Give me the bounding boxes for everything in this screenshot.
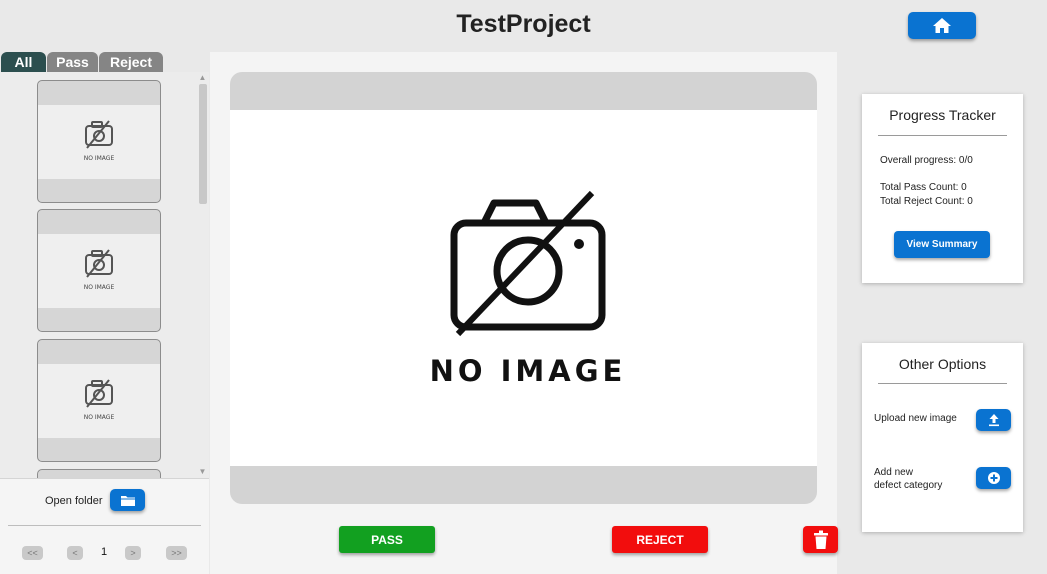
open-folder-label: Open folder (45, 495, 103, 507)
no-image-icon: NO IMAGE (84, 379, 115, 421)
other-options-card: Other Options Upload new image Add new d… (862, 343, 1023, 532)
thumbnail-list[interactable]: NO IMAGE NO IMAGE NO IMAGE ▲ ▼ (0, 72, 209, 478)
upload-image-label: Upload new image (874, 413, 957, 424)
folder-panel: Open folder << < 1 > >> (0, 478, 209, 574)
progress-tracker-card: Progress Tracker Overall progress: 0/0 T… (862, 94, 1023, 283)
total-reject-count: Total Reject Count: 0 (880, 196, 973, 207)
thumbnail-scrollbar[interactable]: ▲ ▼ (196, 72, 209, 478)
delete-button[interactable] (803, 526, 838, 553)
add-category-line2: defect category (874, 480, 943, 491)
tab-pass[interactable]: Pass (47, 52, 98, 72)
divider (8, 525, 201, 526)
thumbnail-item[interactable] (37, 469, 161, 478)
thumbnail-item[interactable]: NO IMAGE (37, 80, 161, 203)
thumbnail-placeholder-text: NO IMAGE (84, 155, 115, 162)
add-category-line1: Add new (874, 467, 913, 478)
thumbnail-placeholder-text: NO IMAGE (84, 414, 115, 421)
divider (878, 135, 1007, 136)
tab-all[interactable]: All (1, 52, 46, 72)
thumbnail-image: NO IMAGE (38, 364, 160, 438)
current-page: 1 (100, 546, 108, 558)
last-page-button[interactable]: >> (166, 546, 187, 560)
scroll-down-icon[interactable]: ▼ (196, 467, 209, 477)
view-summary-button[interactable]: View Summary (894, 231, 990, 258)
upload-icon (988, 414, 999, 427)
no-image-icon: NO IMAGE (84, 249, 115, 291)
image-viewer: NO IMAGE (230, 72, 817, 504)
prev-page-button[interactable]: < (67, 546, 83, 560)
other-options-title: Other Options (898, 356, 987, 372)
thumbnail-item[interactable]: NO IMAGE (37, 209, 161, 332)
scrollbar-thumb[interactable] (199, 84, 207, 204)
trash-icon (813, 530, 828, 549)
divider (878, 383, 1007, 384)
thumbnail-item[interactable]: NO IMAGE (37, 339, 161, 462)
thumbnail-placeholder-text: NO IMAGE (84, 284, 115, 291)
plus-circle-icon (987, 472, 1000, 484)
no-image-icon: NO IMAGE (84, 120, 115, 162)
add-defect-category-button[interactable] (976, 467, 1011, 489)
tab-reject[interactable]: Reject (99, 52, 163, 72)
first-page-button[interactable]: << (22, 546, 43, 560)
reject-button[interactable]: REJECT (612, 526, 708, 553)
home-icon (933, 18, 951, 33)
thumbnail-image: NO IMAGE (38, 234, 160, 308)
pass-button[interactable]: PASS (339, 526, 435, 553)
add-defect-category-label: Add new defect category (874, 466, 942, 492)
next-page-button[interactable]: > (125, 546, 141, 560)
progress-tracker-title: Progress Tracker (889, 107, 996, 123)
overall-progress: Overall progress: 0/0 (880, 155, 973, 166)
viewer-placeholder-text: NO IMAGE (429, 354, 623, 388)
thumbnail-image: NO IMAGE (38, 105, 160, 179)
page-title: TestProject (456, 10, 591, 38)
folder-icon (120, 495, 135, 506)
home-button[interactable] (908, 12, 976, 39)
no-image-icon: NO IMAGE (429, 190, 623, 388)
open-folder-button[interactable] (110, 489, 145, 511)
upload-image-button[interactable] (976, 409, 1011, 431)
main-image: NO IMAGE (230, 110, 817, 466)
total-pass-count: Total Pass Count: 0 (880, 182, 967, 193)
scroll-up-icon[interactable]: ▲ (196, 73, 209, 83)
